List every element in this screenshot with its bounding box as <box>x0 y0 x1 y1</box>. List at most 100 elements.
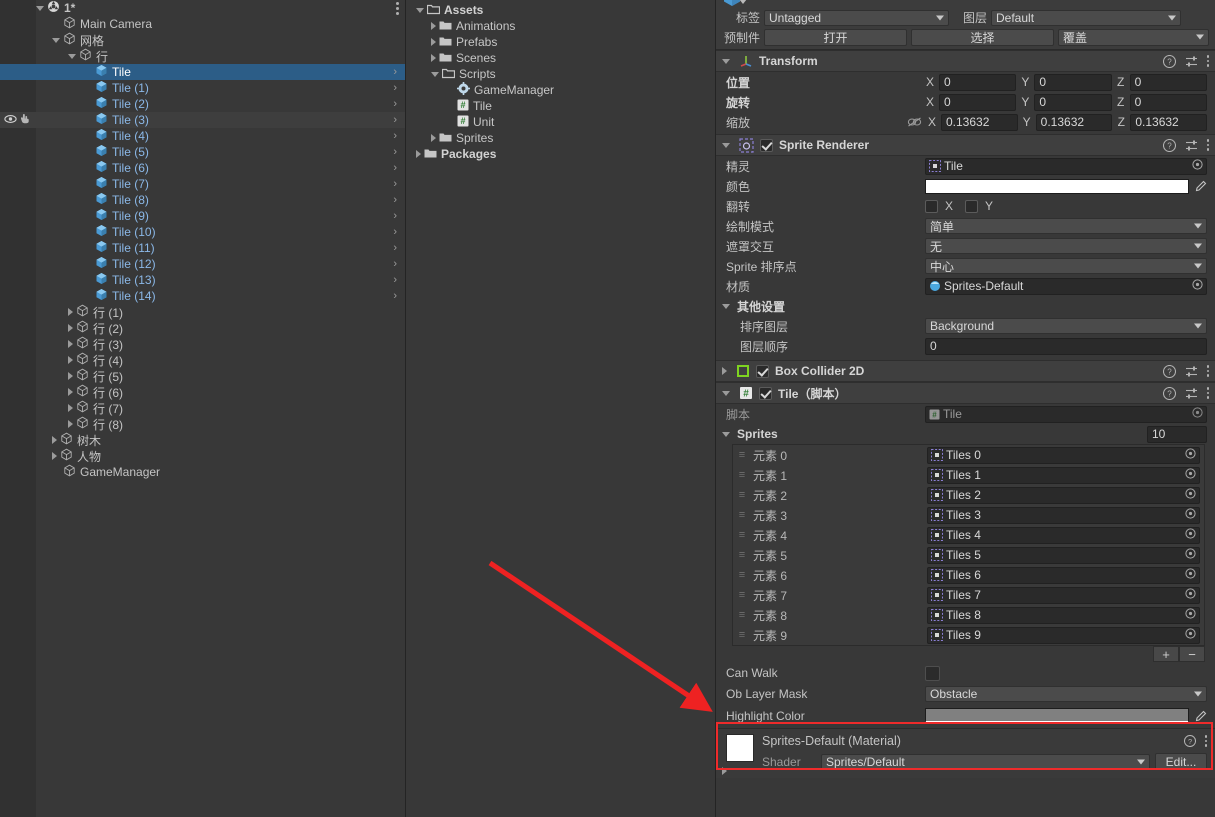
rotation-y-field[interactable]: 0 <box>1034 93 1112 111</box>
collapse-triangle-icon[interactable] <box>416 150 421 158</box>
expand-triangle-icon[interactable] <box>416 7 424 13</box>
object-picker-icon[interactable] <box>1185 568 1196 582</box>
scale-x-field[interactable]: 0.13632 <box>941 113 1018 131</box>
drag-handle-icon[interactable]: ≡ <box>735 569 749 581</box>
hierarchy-item-tile-3-[interactable]: Tile (3) › <box>0 112 405 128</box>
hierarchy-item--3-[interactable]: 行 (3) <box>0 336 405 352</box>
object-picker-icon[interactable] <box>1185 548 1196 562</box>
tile-script-component-header[interactable]: # Tile（脚本） ? <box>716 382 1215 404</box>
material-foldout-triangle-icon[interactable] <box>722 767 727 775</box>
collapse-triangle-icon[interactable] <box>68 340 73 348</box>
hierarchy-kebab-menu-icon[interactable] <box>396 2 399 15</box>
object-picker-icon[interactable] <box>1185 448 1196 462</box>
foldout-triangle-icon[interactable] <box>722 367 727 375</box>
expand-triangle-icon[interactable] <box>36 5 44 11</box>
hierarchy-item--[interactable]: 网格 <box>0 32 405 48</box>
mask-interaction-dropdown[interactable]: 无 <box>925 238 1207 254</box>
eye-icon[interactable] <box>4 113 17 127</box>
kebab-menu-icon[interactable] <box>1206 55 1209 67</box>
collapse-triangle-icon[interactable] <box>431 38 436 46</box>
sorting-layer-dropdown[interactable]: Background <box>925 318 1207 334</box>
help-icon[interactable]: ? <box>1162 138 1176 152</box>
array-element-object-field[interactable]: Tiles 3 <box>927 506 1200 524</box>
help-icon[interactable]: ? <box>1183 735 1196 747</box>
object-picker-icon[interactable] <box>1185 588 1196 602</box>
array-element-object-field[interactable]: Tiles 6 <box>927 566 1200 584</box>
hierarchy-item--7-[interactable]: 行 (7) <box>0 400 405 416</box>
hierarchy-item--[interactable]: 行 <box>0 48 405 64</box>
box-collider-2d-component-header[interactable]: Box Collider 2D ? <box>716 360 1215 382</box>
hierarchy-item-tile-1-[interactable]: Tile (1) › <box>0 80 405 96</box>
open-prefab-chevron-icon[interactable]: › <box>393 226 397 238</box>
eyedropper-icon[interactable] <box>1193 180 1207 193</box>
rotation-x-field[interactable]: 0 <box>939 93 1017 111</box>
eyedropper-icon[interactable] <box>1193 710 1207 723</box>
drag-handle-icon[interactable]: ≡ <box>735 469 749 481</box>
hierarchy-item-tile-11-[interactable]: Tile (11) › <box>0 240 405 256</box>
collapse-triangle-icon[interactable] <box>68 388 73 396</box>
object-picker-icon[interactable] <box>1185 628 1196 642</box>
hierarchy-item-tile-4-[interactable]: Tile (4) › <box>0 128 405 144</box>
open-prefab-chevron-icon[interactable]: › <box>393 146 397 158</box>
collapse-triangle-icon[interactable] <box>431 134 436 142</box>
open-prefab-chevron-icon[interactable]: › <box>393 194 397 206</box>
drag-handle-icon[interactable]: ≡ <box>735 489 749 501</box>
project-item-unit[interactable]: # Unit <box>406 114 715 130</box>
rotation-z-field[interactable]: 0 <box>1129 93 1207 111</box>
hierarchy-item-tile-10-[interactable]: Tile (10) › <box>0 224 405 240</box>
array-add-button[interactable]: + <box>1153 646 1179 662</box>
hierarchy-item-tile-5-[interactable]: Tile (5) › <box>0 144 405 160</box>
array-remove-button[interactable]: − <box>1179 646 1205 662</box>
flip-x-checkbox[interactable] <box>925 199 938 213</box>
foldout-triangle-icon[interactable] <box>722 431 730 437</box>
draw-mode-dropdown[interactable]: 简单 <box>925 218 1207 234</box>
drag-handle-icon[interactable]: ≡ <box>735 449 749 461</box>
foldout-triangle-icon[interactable] <box>722 303 730 309</box>
scale-z-field[interactable]: 0.13632 <box>1130 113 1208 131</box>
hierarchy-item-tile-2-[interactable]: Tile (2) › <box>0 96 405 112</box>
foldout-triangle-icon[interactable] <box>722 142 730 148</box>
flip-y-checkbox[interactable] <box>965 199 979 213</box>
project-item-sprites[interactable]: Sprites <box>406 130 715 146</box>
open-prefab-chevron-icon[interactable]: › <box>393 98 397 110</box>
open-prefab-chevron-icon[interactable]: › <box>393 66 397 78</box>
open-prefab-chevron-icon[interactable]: › <box>393 274 397 286</box>
layer-dropdown[interactable]: Default <box>991 9 1181 26</box>
hierarchy-item-tile-13-[interactable]: Tile (13) › <box>0 272 405 288</box>
can-walk-checkbox[interactable] <box>925 665 940 681</box>
collapse-triangle-icon[interactable] <box>68 356 73 364</box>
hierarchy-item--4-[interactable]: 行 (4) <box>0 352 405 368</box>
sprites-array-foldout[interactable]: Sprites 10 <box>716 424 1215 444</box>
hierarchy-item-main-camera[interactable]: Main Camera <box>0 16 405 32</box>
array-element-object-field[interactable]: Tiles 9 <box>927 626 1200 644</box>
hierarchy-item--[interactable]: 树木 <box>0 432 405 448</box>
project-item-packages[interactable]: Packages <box>406 146 715 162</box>
prefab-dropdown-caret-icon[interactable] <box>739 0 747 4</box>
hierarchy-item-tile-8-[interactable]: Tile (8) › <box>0 192 405 208</box>
help-icon[interactable]: ? <box>1162 364 1176 378</box>
drag-handle-icon[interactable]: ≡ <box>735 589 749 601</box>
hierarchy-item--1-[interactable]: 行 (1) <box>0 304 405 320</box>
sort-point-dropdown[interactable]: 中心 <box>925 258 1207 274</box>
material-object-field[interactable]: Sprites-Default <box>925 277 1207 295</box>
expand-triangle-icon[interactable] <box>52 37 60 43</box>
drag-handle-icon[interactable]: ≡ <box>735 609 749 621</box>
open-prefab-chevron-icon[interactable]: › <box>393 242 397 254</box>
expand-triangle-icon[interactable] <box>431 71 439 77</box>
collapse-triangle-icon[interactable] <box>68 372 73 380</box>
foldout-triangle-icon[interactable] <box>722 58 730 64</box>
scale-y-field[interactable]: 0.13632 <box>1035 113 1113 131</box>
position-x-field[interactable]: 0 <box>939 73 1017 91</box>
hierarchy-item-tile-12-[interactable]: Tile (12) › <box>0 256 405 272</box>
box-collider-2d-enabled-checkbox[interactable] <box>756 364 769 378</box>
additional-settings-foldout[interactable]: 其他设置 <box>716 296 1215 316</box>
kebab-menu-icon[interactable] <box>1204 735 1207 747</box>
shader-edit-button[interactable]: Edit... <box>1155 753 1207 770</box>
position-z-field[interactable]: 0 <box>1129 73 1207 91</box>
hierarchy-item-1-[interactable]: 1* <box>0 0 405 16</box>
sprites-array-size-field[interactable]: 10 <box>1147 425 1207 443</box>
object-picker-icon[interactable] <box>1185 528 1196 542</box>
object-picker-icon[interactable] <box>1192 159 1203 173</box>
hierarchy-item-tile[interactable]: Tile › <box>0 64 405 80</box>
position-y-field[interactable]: 0 <box>1034 73 1112 91</box>
